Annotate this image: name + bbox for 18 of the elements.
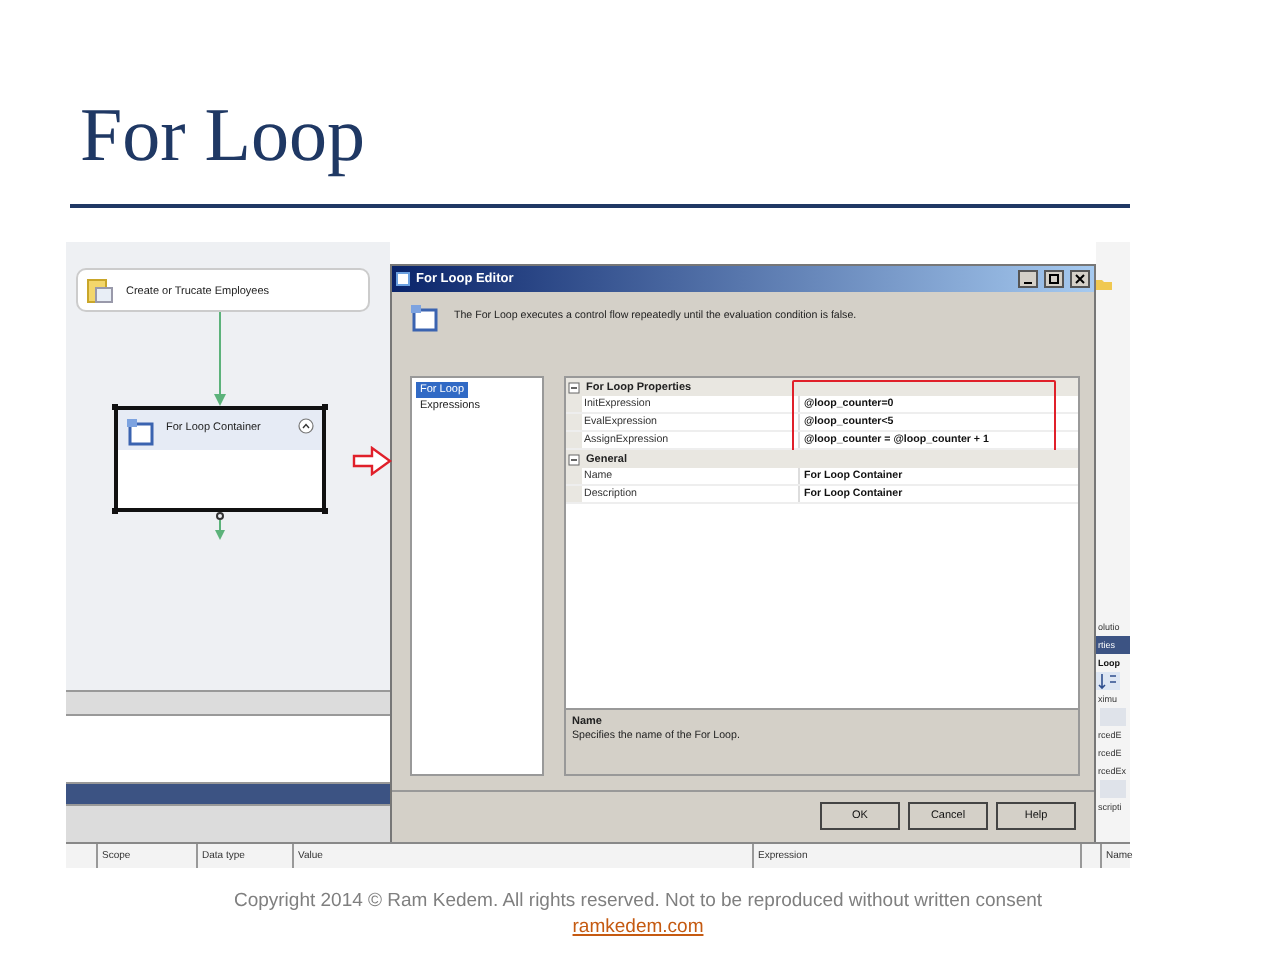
- window-icon: [396, 272, 410, 286]
- task-icon: [86, 276, 114, 304]
- sort-icon[interactable]: [1096, 672, 1120, 690]
- close-button[interactable]: [1070, 270, 1090, 288]
- connector-arrow: [212, 312, 228, 406]
- folder-icon: [1096, 278, 1112, 290]
- collapse-icon[interactable]: [298, 418, 314, 434]
- collapse-icon[interactable]: [568, 453, 580, 465]
- slide-title: For Loop: [80, 92, 367, 182]
- container-icon: [126, 418, 154, 446]
- container-icon: [410, 304, 438, 332]
- arrow-icon: [352, 446, 392, 476]
- connector-arrow: [212, 512, 228, 540]
- copyright-text: Copyright 2014 © Ram Kedem. All rights reserved. Not to be reproduced without written consent ramkedem.com: [231, 888, 1045, 940]
- collapse-icon[interactable]: [568, 381, 580, 393]
- maximize-button[interactable]: [1044, 270, 1064, 288]
- website-link[interactable]: ramkedem.com: [572, 916, 704, 938]
- minimize-button[interactable]: [1018, 270, 1038, 288]
